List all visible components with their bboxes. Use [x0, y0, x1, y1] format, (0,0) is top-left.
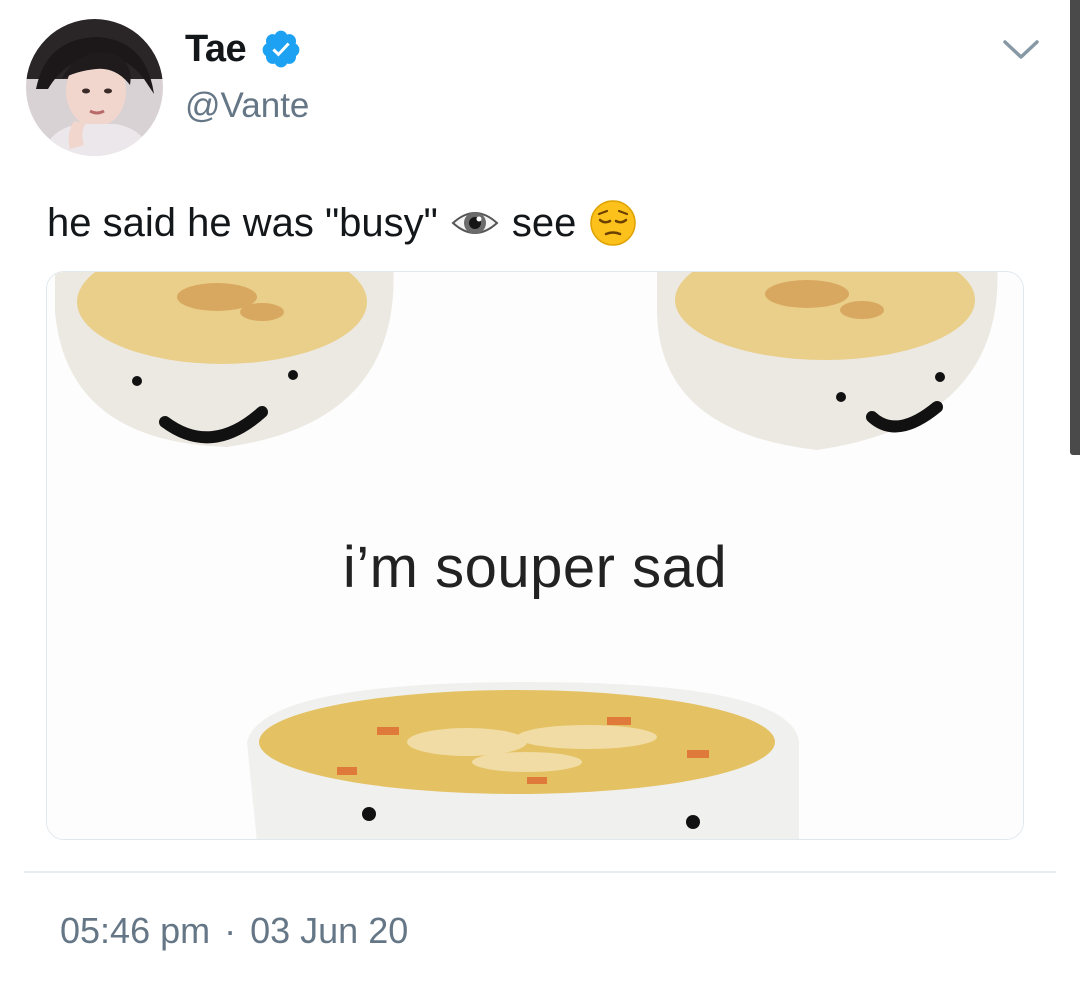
chevron-down-icon[interactable]: [1002, 38, 1040, 62]
avatar[interactable]: [26, 19, 163, 156]
display-name[interactable]: Tae: [185, 28, 247, 71]
tweet-text-part1: he said he was "busy": [47, 201, 438, 245]
eye-emoji: [450, 198, 500, 248]
meme-caption: i’m souper sad: [342, 535, 728, 600]
tweet-date: 03 Jun 20: [250, 910, 409, 951]
soup-bowl-bottom: [247, 682, 799, 839]
tweet-timestamp[interactable]: 05:46 pm · 03 Jun 20: [60, 910, 408, 952]
tweet-time: 05:46 pm: [60, 910, 211, 951]
verified-badge-icon: [260, 28, 302, 70]
tweet-text-part2: see: [511, 201, 577, 245]
timestamp-separator: ·: [224, 910, 237, 951]
user-handle[interactable]: @Vante: [185, 86, 309, 126]
tweet-text: he said he was "busy" see: [47, 197, 650, 249]
avatar-image: [26, 19, 163, 156]
scrollbar[interactable]: [1070, 0, 1080, 455]
name-block: Tae @Vante: [185, 26, 309, 126]
display-name-row: Tae: [185, 26, 309, 72]
tweet-media[interactable]: i’m souper sad: [46, 271, 1024, 840]
pensive-face-emoji: [588, 198, 638, 248]
divider: [24, 871, 1056, 873]
tweet-header: Tae @Vante: [0, 0, 1080, 170]
